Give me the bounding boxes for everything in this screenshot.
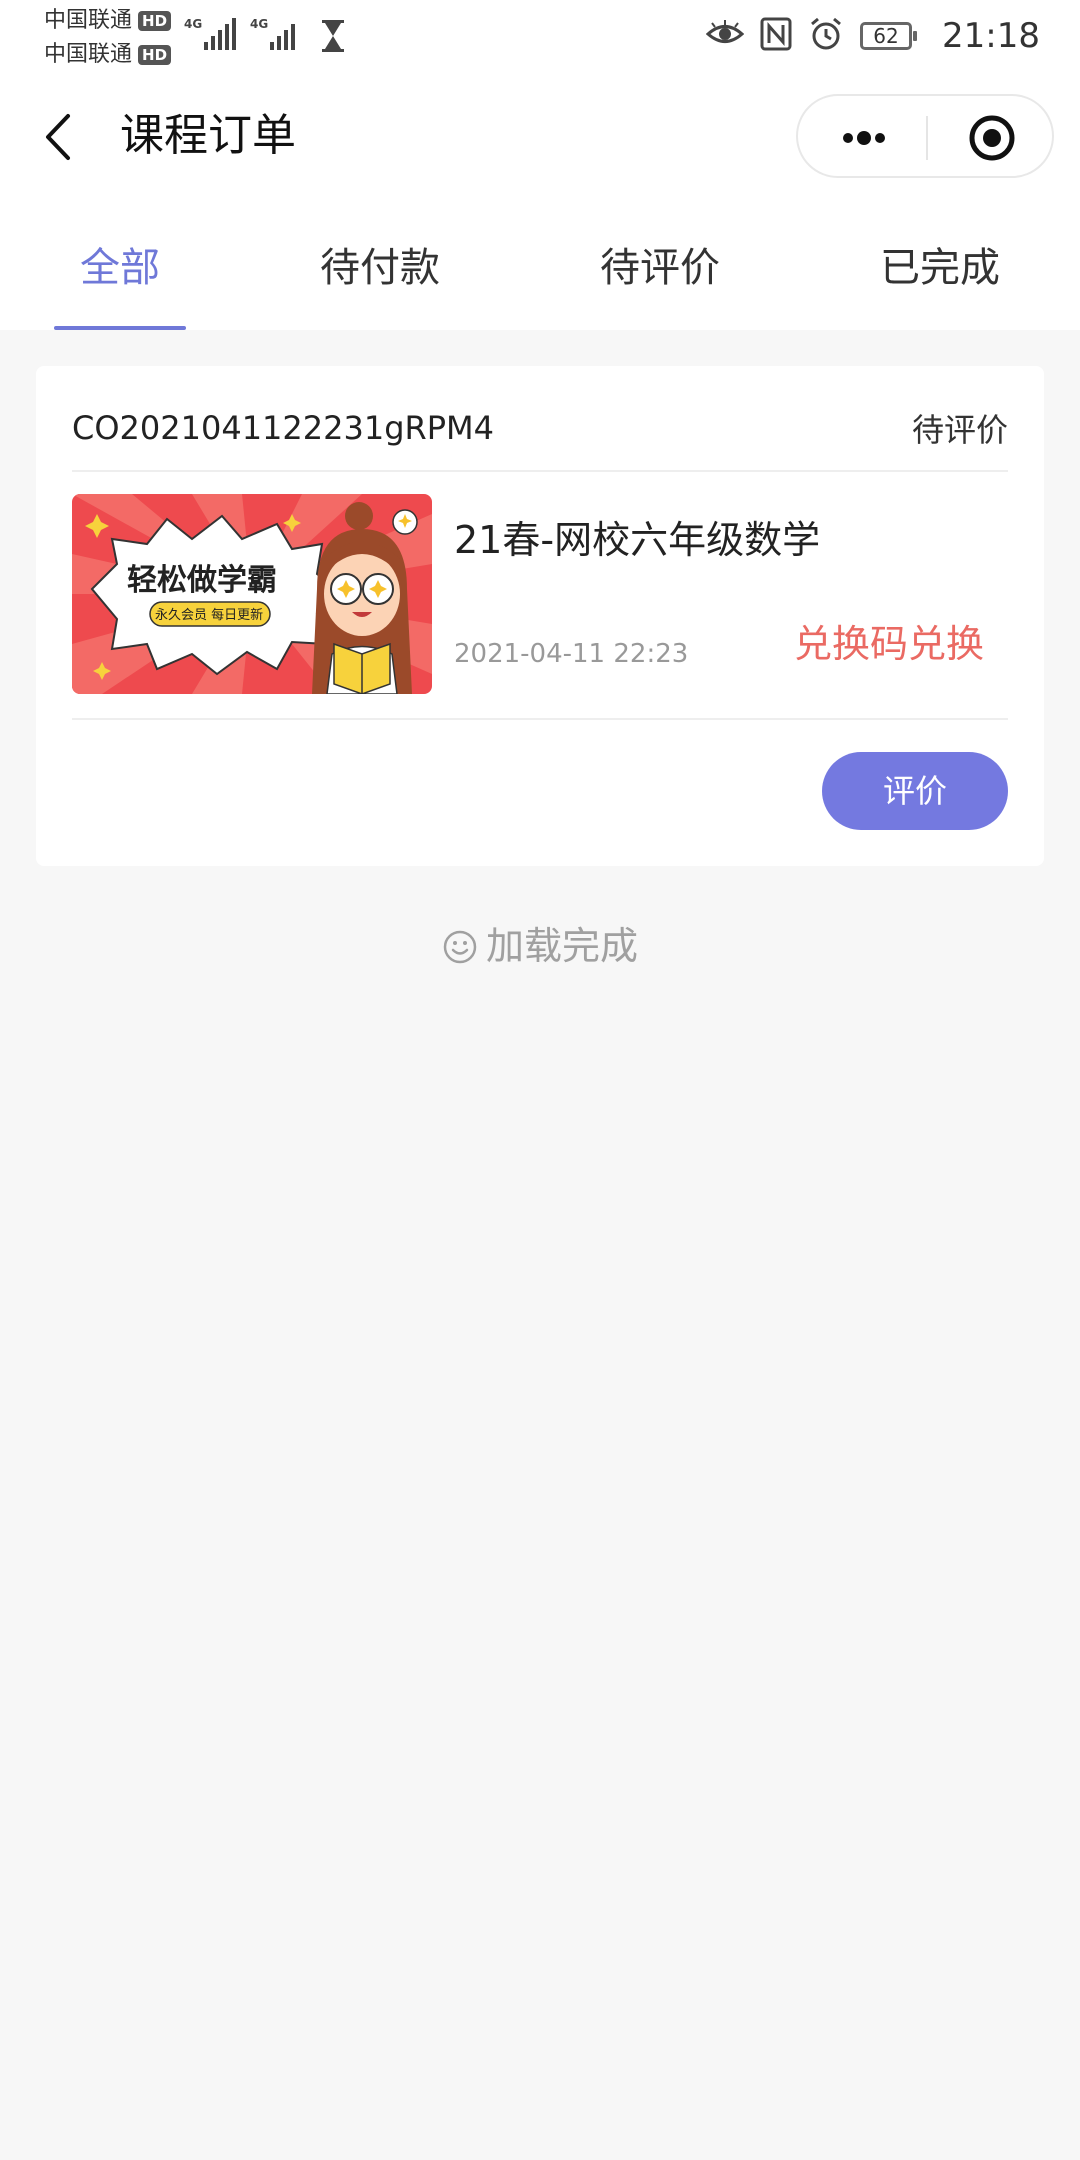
carrier-1: 中国联通 HD bbox=[44, 8, 172, 34]
nfc-icon bbox=[760, 17, 792, 55]
load-complete-label: 加载完成 bbox=[485, 924, 638, 968]
signal-1-icon: 4G bbox=[184, 16, 242, 56]
network-1-label: 4G bbox=[184, 17, 202, 31]
divider bbox=[72, 470, 1008, 472]
mini-program-capsule bbox=[796, 94, 1054, 178]
carrier-2: 中国联通 HD bbox=[44, 42, 172, 68]
hd-badge: HD bbox=[138, 11, 172, 31]
tab-completed[interactable]: 已完成 bbox=[860, 240, 1020, 296]
network-2-label: 4G bbox=[250, 17, 268, 31]
review-button[interactable]: 评价 bbox=[822, 752, 1008, 830]
more-button[interactable] bbox=[828, 116, 898, 160]
nav-header: 课程订单 bbox=[0, 80, 1080, 194]
more-icon bbox=[843, 131, 885, 145]
order-date: 2021-04-11 22:23 bbox=[454, 639, 689, 669]
status-right: 62 21:18 bbox=[705, 14, 1040, 58]
page-title: 课程订单 bbox=[120, 110, 296, 161]
back-button[interactable] bbox=[40, 112, 80, 162]
back-icon bbox=[46, 114, 70, 160]
tab-pending-review[interactable]: 待评价 bbox=[580, 240, 740, 296]
thumbnail-badge: 永久会员 每日更新 bbox=[155, 607, 263, 623]
course-title[interactable]: 21春-网校六年级数学 bbox=[454, 514, 820, 566]
divider bbox=[72, 718, 1008, 720]
tab-all[interactable]: 全部 bbox=[54, 240, 186, 296]
thumbnail-title: 轻松做学霸 bbox=[127, 563, 277, 598]
order-number: CO2021041122231gRPM4 bbox=[72, 409, 495, 447]
clock: 21:18 bbox=[942, 16, 1040, 56]
signal-2-icon: 4G bbox=[250, 16, 308, 56]
carrier-1-label: 中国联通 bbox=[44, 8, 133, 33]
smile-icon bbox=[442, 926, 478, 978]
carrier-2-label: 中国联通 bbox=[44, 42, 133, 67]
load-complete: 加载完成 bbox=[0, 920, 1080, 978]
order-tabs: 全部 待付款 待评价 已完成 bbox=[0, 194, 1080, 330]
tab-pending-payment[interactable]: 待付款 bbox=[300, 240, 460, 296]
eye-icon bbox=[705, 19, 745, 53]
hd-badge: HD bbox=[138, 45, 172, 65]
close-mini-program-button[interactable] bbox=[968, 114, 1016, 162]
order-card[interactable]: CO2021041122231gRPM4 待评价 轻松做学霸 永久会员 每日更新 bbox=[36, 366, 1044, 866]
tab-indicator bbox=[54, 326, 186, 330]
course-price: 兑换码兑换 bbox=[793, 622, 984, 666]
course-thumbnail[interactable]: 轻松做学霸 永久会员 每日更新 bbox=[72, 494, 432, 694]
close-target-icon bbox=[969, 115, 1015, 161]
hourglass-icon bbox=[318, 18, 348, 54]
battery-icon: 62 bbox=[860, 22, 918, 50]
status-bar: 中国联通 HD 中国联通 HD 4G 4G 62 21:18 bbox=[0, 0, 1080, 80]
alarm-icon bbox=[808, 17, 844, 55]
order-status: 待评价 bbox=[911, 411, 1008, 449]
capsule-divider bbox=[926, 116, 928, 160]
